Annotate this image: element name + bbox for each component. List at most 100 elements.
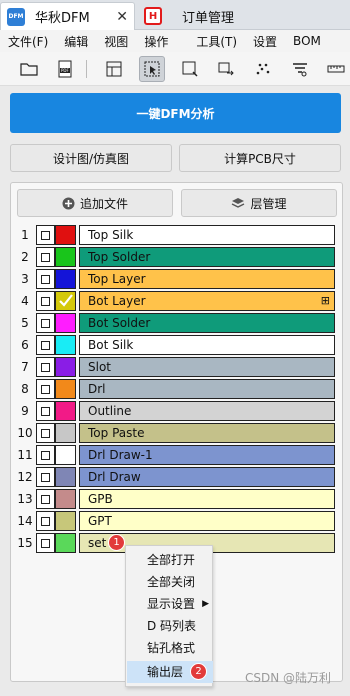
open-folder-icon[interactable] — [16, 56, 42, 82]
pdf-icon[interactable]: PDF — [52, 56, 78, 82]
checkbox-box — [41, 428, 50, 438]
checkbox-box — [41, 296, 50, 306]
layer-name[interactable]: Outline — [79, 401, 335, 421]
layer-name-label: GPB — [88, 492, 113, 506]
layer-visibility-checkbox[interactable] — [36, 269, 55, 289]
menu-bom[interactable]: BOM — [285, 34, 329, 48]
layer-name[interactable]: Top Paste — [79, 423, 335, 443]
layer-color-swatch[interactable] — [55, 379, 76, 399]
layer-name[interactable]: Drl Draw — [79, 467, 335, 487]
menu-d-code-list[interactable]: D 码列表 — [127, 615, 213, 637]
layer-color-swatch[interactable] — [55, 269, 76, 289]
menu-close-all[interactable]: 全部关闭 — [127, 571, 213, 593]
one-click-dfm-button[interactable]: 一键DFM分析 — [10, 93, 341, 133]
menu-settings[interactable]: 设置 — [245, 33, 285, 50]
layer-visibility-checkbox[interactable] — [36, 313, 55, 333]
tab-order-management[interactable]: H 订单管理 — [140, 2, 280, 30]
menu-operation[interactable]: 操作 — [136, 33, 176, 50]
layer-color-swatch[interactable] — [55, 225, 76, 245]
layer-manage-label: 层管理 — [250, 196, 287, 211]
filter-icon[interactable] — [287, 56, 313, 82]
calc-pcb-size-button[interactable]: 计算PCB尺寸 — [179, 144, 341, 172]
layer-name[interactable]: GPT — [79, 511, 335, 531]
layer-number: 4 — [21, 294, 29, 308]
layer-name[interactable]: Bot Silk — [79, 335, 335, 355]
layer-color-swatch[interactable] — [55, 511, 76, 531]
menu-file[interactable]: 文件(F) — [0, 33, 56, 50]
layer-row[interactable]: 8 Drl — [17, 379, 335, 399]
menu-tools[interactable]: 工具(T) — [176, 33, 245, 50]
design-view-button[interactable]: 设计图/仿真图 — [10, 144, 172, 172]
layer-visibility-checkbox[interactable] — [36, 489, 55, 509]
layer-row[interactable]: 13 GPB — [17, 489, 335, 509]
layer-visibility-checkbox[interactable] — [36, 533, 55, 553]
layer-visibility-checkbox[interactable] — [36, 379, 55, 399]
layer-name[interactable]: Top Silk — [79, 225, 335, 245]
layer-number: 10 — [17, 426, 33, 440]
layer-color-swatch[interactable] — [55, 401, 76, 421]
layer-color-swatch[interactable] — [55, 489, 76, 509]
layer-row[interactable]: 1 Top Silk — [17, 225, 335, 245]
layer-row[interactable]: 14 GPT — [17, 511, 335, 531]
close-icon[interactable]: ✕ — [116, 9, 128, 25]
layer-color-swatch[interactable] — [55, 247, 76, 267]
layer-row[interactable]: 4 Bot Layer ⊞ — [17, 291, 335, 311]
layers-icon — [232, 197, 245, 208]
layer-visibility-checkbox[interactable] — [36, 511, 55, 531]
layer-row[interactable]: 12 Drl Draw — [17, 467, 335, 487]
layer-visibility-checkbox[interactable] — [36, 467, 55, 487]
menu-drill-format[interactable]: 钻孔格式 — [127, 637, 213, 659]
layer-row[interactable]: 5 Bot Solder — [17, 313, 335, 333]
layer-name[interactable]: Slot — [79, 357, 335, 377]
layer-name[interactable]: Top Solder — [79, 247, 335, 267]
checkbox-box — [41, 450, 50, 460]
layer-name[interactable]: Drl — [79, 379, 335, 399]
layer-name[interactable]: Bot Layer ⊞ — [79, 291, 335, 311]
layer-visibility-checkbox[interactable] — [36, 247, 55, 267]
layer-color-swatch[interactable] — [55, 533, 76, 553]
layer-row[interactable]: 3 Top Layer — [17, 269, 335, 289]
layer-color-swatch[interactable] — [55, 335, 76, 355]
tab-huaqiu-dfm[interactable]: DFM 华秋DFM ✕ — [0, 2, 135, 30]
layer-color-swatch[interactable] — [55, 313, 76, 333]
dfm-logo-icon: DFM — [7, 7, 25, 26]
layout-icon[interactable] — [101, 56, 127, 82]
layer-row[interactable]: 6 Bot Silk — [17, 335, 335, 355]
zoom-box-icon[interactable] — [177, 56, 203, 82]
layer-visibility-checkbox[interactable] — [36, 401, 55, 421]
layer-row[interactable]: 10 Top Paste — [17, 423, 335, 443]
menu-display-settings[interactable]: 显示设置 ▶ — [127, 593, 213, 615]
layer-visibility-checkbox[interactable] — [36, 291, 55, 311]
layer-name[interactable]: Drl Draw-1 — [79, 445, 335, 465]
menu-view[interactable]: 视图 — [96, 33, 136, 50]
layer-name[interactable]: GPB — [79, 489, 335, 509]
layer-name[interactable]: Bot Solder — [79, 313, 335, 333]
layer-row[interactable]: 9 Outline — [17, 401, 335, 421]
layer-visibility-checkbox[interactable] — [36, 357, 55, 377]
move-icon[interactable] — [213, 56, 239, 82]
layer-row[interactable]: 11 Drl Draw-1 — [17, 445, 335, 465]
layer-color-swatch[interactable] — [55, 357, 76, 377]
select-cursor-icon[interactable] — [139, 56, 165, 82]
layer-visibility-checkbox[interactable] — [36, 423, 55, 443]
scatter-icon[interactable] — [250, 56, 276, 82]
layer-name[interactable]: Top Layer — [79, 269, 335, 289]
layer-row[interactable]: 7 Slot — [17, 357, 335, 377]
layer-color-swatch[interactable] — [55, 423, 76, 443]
layer-visibility-checkbox[interactable] — [36, 335, 55, 355]
checkbox-box — [41, 252, 50, 262]
layer-visibility-checkbox[interactable] — [36, 225, 55, 245]
expand-icon[interactable]: ⊞ — [321, 292, 330, 310]
layer-manage-button[interactable]: 层管理 — [181, 189, 337, 217]
layer-row[interactable]: 2 Top Solder — [17, 247, 335, 267]
layer-name-label: Outline — [88, 404, 132, 418]
add-file-button[interactable]: 追加文件 — [17, 189, 173, 217]
layer-color-swatch[interactable] — [55, 291, 76, 311]
layer-color-swatch[interactable] — [55, 467, 76, 487]
layer-color-swatch[interactable] — [55, 445, 76, 465]
layer-visibility-checkbox[interactable] — [36, 445, 55, 465]
menu-edit[interactable]: 编辑 — [56, 33, 96, 50]
ruler-icon[interactable] — [323, 56, 349, 82]
layer-number: 12 — [17, 470, 33, 484]
menu-open-all[interactable]: 全部打开 — [127, 549, 213, 571]
